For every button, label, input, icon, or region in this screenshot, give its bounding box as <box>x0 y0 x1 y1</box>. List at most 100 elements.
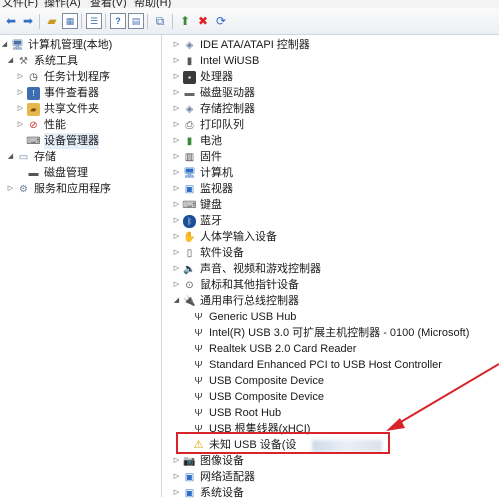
expander-icon[interactable]: ◢ <box>172 293 181 309</box>
menu-view[interactable]: 查看(V) <box>90 0 127 8</box>
expander-icon[interactable]: ▷ <box>172 165 181 181</box>
tree-item-event-viewer[interactable]: ▷ ! 事件查看器 <box>16 85 99 101</box>
tree-item-system-tools[interactable]: ◢ ⚒ 系统工具 <box>6 53 78 69</box>
device-category-system-devices[interactable]: ▷ ▣ 系统设备 <box>172 485 244 501</box>
scan-hardware-icon[interactable]: ▤ <box>128 13 144 29</box>
device-category-print-queues[interactable]: ▷ ⎙ 打印队列 <box>172 117 244 133</box>
tree-item-computer-management[interactable]: ◢ 🖥 计算机管理(本地) <box>0 37 113 53</box>
toolbar-separator <box>39 14 40 29</box>
tools-icon: ⚒ <box>19 55 28 67</box>
tree-item-device-manager[interactable]: ⌨ 设备管理器 <box>16 133 99 149</box>
disk-icon: ▬ <box>28 167 39 179</box>
show-hide-icon[interactable]: ▦ <box>62 13 78 29</box>
device-category-keyboards[interactable]: ▷ ⌨ 键盘 <box>172 197 222 213</box>
device-category-hid[interactable]: ▷ ✋ 人体学输入设备 <box>172 229 277 245</box>
expander-icon[interactable]: ▷ <box>172 101 181 117</box>
device-label: Realtek USB 2.0 Card Reader <box>209 343 357 355</box>
device-category-computer[interactable]: ▷ 🖥 计算机 <box>172 165 233 181</box>
expander-icon[interactable]: ◢ <box>0 37 9 53</box>
usb-device-root-hub[interactable]: Ψ USB Root Hub <box>190 405 281 421</box>
device-category-disk-drives[interactable]: ▷ ▬ 磁盘驱动器 <box>172 85 255 101</box>
update-driver-icon[interactable]: ⧉ <box>152 13 168 29</box>
usb-device-generic-hub[interactable]: Ψ Generic USB Hub <box>190 309 296 325</box>
expander-icon[interactable]: ▷ <box>172 229 181 245</box>
toolbar-separator <box>172 14 173 29</box>
software-device-icon: ▯ <box>186 247 193 259</box>
expander-icon[interactable]: ▷ <box>172 117 181 133</box>
enable-icon[interactable]: ⬆ <box>177 13 193 29</box>
device-label: 键盘 <box>200 199 222 211</box>
menu-action[interactable]: 操作(A) <box>44 0 81 8</box>
forward-icon[interactable]: ➡ <box>20 13 36 29</box>
device-category-wiusb[interactable]: ▷ ▮ Intel WiUSB <box>172 53 260 69</box>
usb-device-composite-1[interactable]: Ψ USB Composite Device <box>190 373 324 389</box>
expander-icon[interactable]: ▷ <box>172 453 181 469</box>
expander-icon[interactable]: ▷ <box>172 197 181 213</box>
expander-icon[interactable]: ▷ <box>172 53 181 69</box>
properties-icon[interactable]: ☰ <box>86 13 102 29</box>
tree-item-performance[interactable]: ▷ ⊘ 性能 <box>16 117 66 133</box>
usb-device-composite-2[interactable]: Ψ USB Composite Device <box>190 389 324 405</box>
wiusb-icon: ▮ <box>186 55 193 67</box>
device-category-firmware[interactable]: ▷ ▥ 固件 <box>172 149 222 165</box>
tree-item-label: 系统工具 <box>34 55 78 67</box>
expander-icon[interactable]: ▷ <box>172 181 181 197</box>
processor-icon: ▪ <box>183 70 196 84</box>
tree-item-label: 共享文件夹 <box>44 103 99 115</box>
device-category-storage-controllers[interactable]: ▷ ◈ 存储控制器 <box>172 101 255 117</box>
tree-item-services-apps[interactable]: ▷ ⚙ 服务和应用程序 <box>6 181 111 197</box>
expander-icon[interactable]: ◢ <box>6 53 15 69</box>
expander-icon[interactable]: ▷ <box>172 469 181 485</box>
device-category-ide[interactable]: ▷ ◈ IDE ATA/ATAPI 控制器 <box>172 37 310 53</box>
monitor-icon: ▣ <box>184 183 195 195</box>
tree-item-label: 设备管理器 <box>44 133 99 149</box>
device-category-monitors[interactable]: ▷ ▣ 监视器 <box>172 181 233 197</box>
tree-item-storage[interactable]: ◢ ▭ 存储 <box>6 149 56 165</box>
expander-icon[interactable]: ▷ <box>172 149 181 165</box>
up-folder-icon[interactable]: ▰ <box>44 13 60 29</box>
device-category-network-adapters[interactable]: ▷ ▣ 网络适配器 <box>172 469 255 485</box>
expander-icon[interactable]: ▷ <box>16 117 25 133</box>
expander-icon[interactable]: ▷ <box>6 181 15 197</box>
menu-file[interactable]: 文件(F) <box>2 0 38 8</box>
device-category-processor[interactable]: ▷ ▪ 处理器 <box>172 69 233 85</box>
expander-icon[interactable]: ▷ <box>172 85 181 101</box>
device-label: 软件设备 <box>200 247 244 259</box>
scan-changes-icon[interactable]: ⟳ <box>213 13 229 29</box>
tree-item-shared-folders[interactable]: ▷ ▰ 共享文件夹 <box>16 101 99 117</box>
expander-icon[interactable]: ◢ <box>6 149 15 165</box>
usb-device-intel-usb3[interactable]: Ψ Intel(R) USB 3.0 可扩展主机控制器 - 0100 (Micr… <box>190 325 469 341</box>
expander-icon[interactable]: ▷ <box>172 37 181 53</box>
device-category-sound[interactable]: ▷ 🔈 声音、视频和游戏控制器 <box>172 261 321 277</box>
device-manager-icon: ⌨ <box>26 135 41 147</box>
device-category-mice[interactable]: ▷ ⊙ 鼠标和其他指针设备 <box>172 277 299 293</box>
device-category-imaging[interactable]: ▷ 📷 图像设备 <box>172 453 244 469</box>
usb-plug-icon: Ψ <box>194 327 203 339</box>
highlight-annotation-box <box>176 432 390 454</box>
expander-icon[interactable]: ▷ <box>172 261 181 277</box>
tree-item-task-scheduler[interactable]: ▷ ◷ 任务计划程序 <box>16 69 110 85</box>
expander-icon[interactable]: ▷ <box>16 69 25 85</box>
expander-icon[interactable]: ▷ <box>172 213 181 229</box>
expander-icon[interactable]: ▷ <box>172 133 181 149</box>
expander-icon[interactable]: ▷ <box>172 69 181 85</box>
device-category-bluetooth[interactable]: ▷ ᛒ 蓝牙 <box>172 213 222 229</box>
menu-help[interactable]: 帮助(H) <box>134 0 171 8</box>
mouse-icon: ⊙ <box>185 279 194 291</box>
network-adapter-icon: ▣ <box>184 471 195 483</box>
expander-icon[interactable]: ▷ <box>16 85 25 101</box>
device-label: 人体学输入设备 <box>200 231 277 243</box>
device-category-software-devices[interactable]: ▷ ▯ 软件设备 <box>172 245 244 261</box>
usb-device-card-reader[interactable]: Ψ Realtek USB 2.0 Card Reader <box>190 341 356 357</box>
device-category-batteries[interactable]: ▷ ▮ 电池 <box>172 133 222 149</box>
system-device-icon: ▣ <box>184 487 195 499</box>
tree-item-disk-management[interactable]: ▬ 磁盘管理 <box>16 165 89 181</box>
back-icon[interactable]: ⬅ <box>3 13 19 29</box>
expander-icon[interactable]: ▷ <box>172 277 181 293</box>
expander-icon[interactable]: ▷ <box>172 245 181 261</box>
expander-icon[interactable]: ▷ <box>16 101 25 117</box>
expander-icon[interactable]: ▷ <box>172 485 181 501</box>
help-icon[interactable]: ? <box>110 13 126 29</box>
device-category-usb-controllers[interactable]: ◢ 🔌 通用串行总线控制器 <box>172 293 299 309</box>
uninstall-icon[interactable]: ✖ <box>195 13 211 29</box>
